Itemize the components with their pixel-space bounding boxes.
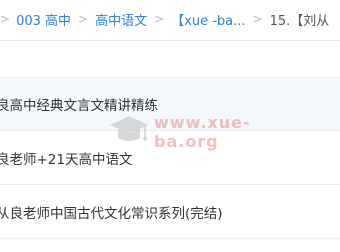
breadcrumb-item-xueba[interactable]: 【xue -ba... [171,10,245,29]
breadcrumb-item-chinese[interactable]: 高中语文 [95,10,147,29]
breadcrumb: > 003 高中 > 高中语文 > 【xue -ba... > 15.【刘从 [0,0,340,38]
breadcrumb-separator: > [252,12,263,26]
breadcrumb-separator: > [0,12,11,26]
file-name[interactable]: 从良老师中国古代文化常识系列(完结) [0,202,223,222]
header-divider [0,40,340,41]
breadcrumb-separator: > [154,12,165,26]
breadcrumb-item-current: 15.【刘从 [269,13,330,29]
breadcrumb-item-003[interactable]: 003 高中 [16,10,71,29]
list-item[interactable]: 良高中经典文言文精讲精练 [0,77,340,131]
file-browser-page: > 003 高中 > 高中语文 > 【xue -ba... > 15.【刘从 良… [0,0,340,252]
breadcrumb-separator: > [78,12,89,26]
file-list: 良高中经典文言文精讲精练 良老师+21天高中语文 从良老师中国古代文化常识系列(… [0,77,340,239]
list-item[interactable]: 良老师+21天高中语文 [0,131,340,185]
file-name[interactable]: 良老师+21天高中语文 [0,148,133,168]
list-item[interactable]: 从良老师中国古代文化常识系列(完结) [0,185,340,239]
file-name[interactable]: 良高中经典文言文精讲精练 [0,94,158,114]
